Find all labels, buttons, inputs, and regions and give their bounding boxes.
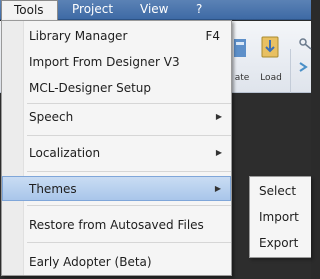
update-icon bbox=[234, 39, 246, 57]
menu-item-library-manager[interactable]: Library Manager F4 bbox=[2, 24, 231, 48]
scissors-icon bbox=[299, 38, 312, 72]
menu-separator bbox=[27, 103, 231, 104]
update-button[interactable]: ate bbox=[232, 29, 252, 93]
tools-icon-button[interactable] bbox=[294, 29, 312, 93]
submenu-item-export[interactable]: Export bbox=[250, 230, 312, 256]
shortcut-text: F4 bbox=[205, 29, 220, 43]
menu-item-label: Library Manager bbox=[29, 29, 128, 43]
submenu-item-import[interactable]: Import bbox=[250, 204, 312, 230]
menu-item-label: Restore from Autosaved Files bbox=[29, 218, 204, 232]
themes-submenu: Select Import Export bbox=[249, 176, 311, 258]
submenu-arrow-icon: ▶ bbox=[215, 148, 222, 157]
load-button[interactable]: Load bbox=[254, 29, 288, 93]
menu-item-speech[interactable]: Speech ▶ bbox=[2, 105, 231, 129]
tools-dropdown-menu: Library Manager F4 Import From Designer … bbox=[1, 20, 232, 276]
submenu-item-select[interactable]: Select bbox=[250, 178, 312, 204]
menu-item-label: MCL-Designer Setup bbox=[29, 81, 152, 95]
submenu-arrow-icon: ▶ bbox=[214, 184, 221, 193]
menu-help[interactable]: ? bbox=[184, 0, 214, 20]
menu-item-early-adopter[interactable]: Early Adopter (Beta) bbox=[2, 250, 231, 274]
load-icon bbox=[261, 36, 279, 58]
menu-tools[interactable]: Tools bbox=[1, 0, 58, 21]
menu-item-themes[interactable]: Themes ▶ bbox=[2, 176, 231, 201]
menu-item-mcl-setup[interactable]: MCL-Designer Setup bbox=[2, 76, 231, 100]
menu-item-import-designer[interactable]: Import From Designer V3 bbox=[2, 50, 231, 74]
menu-item-label: Early Adopter (Beta) bbox=[29, 255, 152, 269]
update-label: ate bbox=[234, 73, 250, 83]
menu-bar: Tools Project View ? bbox=[0, 0, 311, 21]
submenu-arrow-icon: ▶ bbox=[215, 112, 222, 121]
menu-separator bbox=[27, 171, 231, 172]
menu-separator bbox=[27, 135, 231, 136]
menu-item-localization[interactable]: Localization ▶ bbox=[2, 141, 231, 165]
load-label: Load bbox=[260, 73, 282, 83]
menu-item-label: Speech bbox=[29, 110, 74, 124]
menu-item-label: Themes bbox=[29, 182, 77, 196]
menu-item-restore-autosaved[interactable]: Restore from Autosaved Files bbox=[2, 213, 231, 237]
menu-separator bbox=[27, 205, 231, 206]
menu-view[interactable]: View bbox=[128, 0, 180, 20]
menu-item-label: Import From Designer V3 bbox=[29, 55, 180, 69]
menu-project[interactable]: Project bbox=[60, 0, 125, 20]
menu-item-label: Localization bbox=[29, 146, 101, 160]
menu-separator bbox=[27, 242, 231, 243]
